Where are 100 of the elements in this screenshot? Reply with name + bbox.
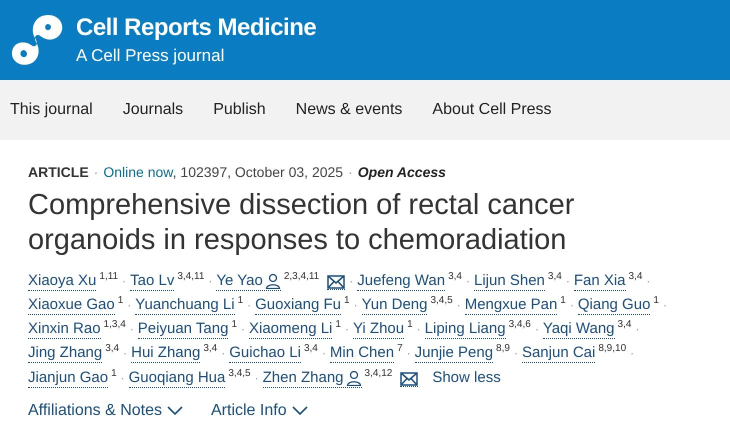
author-link[interactable]: Xiaoxue Gao [28, 296, 115, 315]
author-link[interactable]: Hui Zhang [131, 344, 200, 363]
separator-dot: · [127, 297, 132, 314]
author-link[interactable]: Junjie Peng [414, 344, 494, 363]
separator-dot: · [466, 273, 470, 290]
logo-icon[interactable] [10, 14, 64, 66]
affiliation-superscript: 1 [238, 294, 244, 308]
affiliation-superscript: 1 [335, 318, 341, 332]
chevron-down-icon [292, 406, 308, 416]
person-icon [264, 273, 281, 289]
author-link[interactable]: Peiyuan Tang [138, 320, 228, 339]
author-link[interactable]: Liping Liang [424, 320, 506, 339]
affiliation-superscript: 8,9 [496, 342, 510, 356]
separator-dot: · [123, 345, 128, 362]
affiliation-superscript: 2,3,4,11 [284, 270, 320, 284]
person-icon [346, 370, 362, 386]
separator-dot: · [406, 345, 411, 362]
journal-subtitle: A Cell Press journal [76, 46, 226, 66]
affiliation-superscript: 1 [344, 294, 350, 308]
affiliation-superscript: 8,9,10 [598, 342, 626, 356]
affiliation-superscript: 3,4 [304, 342, 318, 356]
separator-dot: · [130, 321, 134, 338]
expander-link[interactable]: Article Info [211, 402, 308, 420]
online-status-link[interactable]: Online now [103, 164, 173, 180]
separator-dot: · [630, 345, 634, 362]
separator-dot: · [241, 321, 245, 338]
author-link[interactable]: Guoqiang Hua [128, 369, 226, 388]
author-link[interactable]: Qiang Guo [578, 296, 650, 315]
author-link[interactable]: Juefeng Wan [357, 272, 446, 291]
author-link[interactable]: Sanjun Cai [522, 344, 596, 363]
separator-dot: · [635, 321, 640, 338]
expander-link[interactable]: Affiliations & Notes [28, 402, 183, 420]
affiliation-superscript: 3,4 [548, 270, 562, 284]
nav-link[interactable]: This journal [10, 101, 93, 119]
journal-name[interactable]: Cell Reports Medicine [76, 14, 316, 42]
affiliation-superscript: 3,4 [628, 270, 642, 284]
author-link[interactable]: Jianjun Gao [28, 369, 108, 388]
affiliation-superscript: 1 [118, 294, 124, 308]
author-link[interactable]: Yaqi Wang [542, 320, 615, 339]
separator-dot: · [354, 297, 358, 314]
article-type: ARTICLE [28, 164, 89, 180]
separator-dot: · [456, 297, 461, 314]
separator-dot: · [566, 273, 570, 290]
affiliation-superscript: 1 [231, 318, 237, 332]
nav-link[interactable]: About Cell Press [432, 101, 552, 119]
author-link[interactable]: Ye Yao [216, 272, 281, 291]
separator-dot: · [534, 321, 539, 338]
affiliation-superscript: 3,4 [618, 318, 632, 332]
email-link[interactable] [327, 274, 346, 290]
nav-link[interactable]: News & events [296, 101, 402, 119]
affiliation-superscript: 7 [397, 342, 403, 356]
author-link[interactable]: Tao Lv [130, 272, 174, 291]
author-link[interactable]: Yun Deng [362, 296, 428, 315]
author-link[interactable]: Xinxin Rao [28, 320, 101, 339]
author-link[interactable]: Yuanchuang Li [135, 296, 235, 315]
author-link[interactable]: Jing Zhang [28, 344, 102, 363]
separator-dot: · [208, 273, 212, 290]
nav-link[interactable]: Publish [213, 101, 266, 119]
separator-dot: · [247, 297, 252, 314]
author-link[interactable]: Min Chen [330, 344, 394, 363]
separator-dot: · [344, 321, 349, 338]
separator-dot: · [416, 321, 421, 338]
affiliation-superscript: 3,4 [105, 342, 120, 356]
separator-dot: · [254, 370, 259, 387]
affiliation-superscript: 1 [111, 367, 117, 381]
email-link[interactable] [400, 372, 418, 387]
show-less-link[interactable]: Show less [432, 366, 501, 389]
author-link[interactable]: Yi Zhou [352, 320, 404, 339]
affiliation-superscript: 3,4,11 [177, 270, 204, 284]
author-link[interactable]: Zhen Zhang [262, 369, 362, 388]
separator-dot: · [662, 297, 667, 314]
open-access-label: Open Access [358, 164, 446, 180]
author-link[interactable]: Guichao Li [229, 344, 301, 363]
separator-dot: · [122, 273, 126, 290]
author-link[interactable]: Mengxue Pan [464, 296, 558, 315]
affiliation-superscript: 3,4 [448, 270, 462, 284]
author-link[interactable]: Xiaoya Xu [28, 272, 96, 291]
publication-details: , 102397, October 03, 2025 [172, 164, 344, 180]
separator-dot: · [348, 164, 353, 180]
author-link[interactable]: Fan Xia [574, 272, 626, 291]
affiliation-superscript: 1,3,4 [104, 318, 126, 332]
separator-dot: · [94, 164, 98, 180]
author-link[interactable]: Xiaomeng Li [249, 320, 332, 339]
nav-link[interactable]: Journals [122, 101, 184, 119]
separator-dot: · [570, 297, 574, 314]
affiliation-superscript: 3,4 [203, 342, 218, 356]
affiliation-superscript: 1,11 [99, 270, 118, 284]
affiliation-superscript: 1 [653, 294, 659, 308]
affiliation-superscript: 1 [407, 318, 413, 332]
author-link[interactable]: Guoxiang Fu [255, 296, 342, 315]
affiliation-superscript: 3,4,6 [508, 318, 531, 332]
separator-dot: · [322, 345, 326, 362]
affiliation-superscript: 3,4,12 [364, 367, 392, 381]
affiliation-superscript: 3,4,5 [228, 367, 251, 381]
separator-dot: · [120, 370, 125, 387]
separator-dot: · [514, 345, 518, 362]
affiliation-superscript: 1 [560, 294, 566, 308]
separator-dot: · [221, 345, 226, 362]
separator-dot: · [646, 273, 650, 290]
author-link[interactable]: Lijun Shen [474, 272, 545, 291]
